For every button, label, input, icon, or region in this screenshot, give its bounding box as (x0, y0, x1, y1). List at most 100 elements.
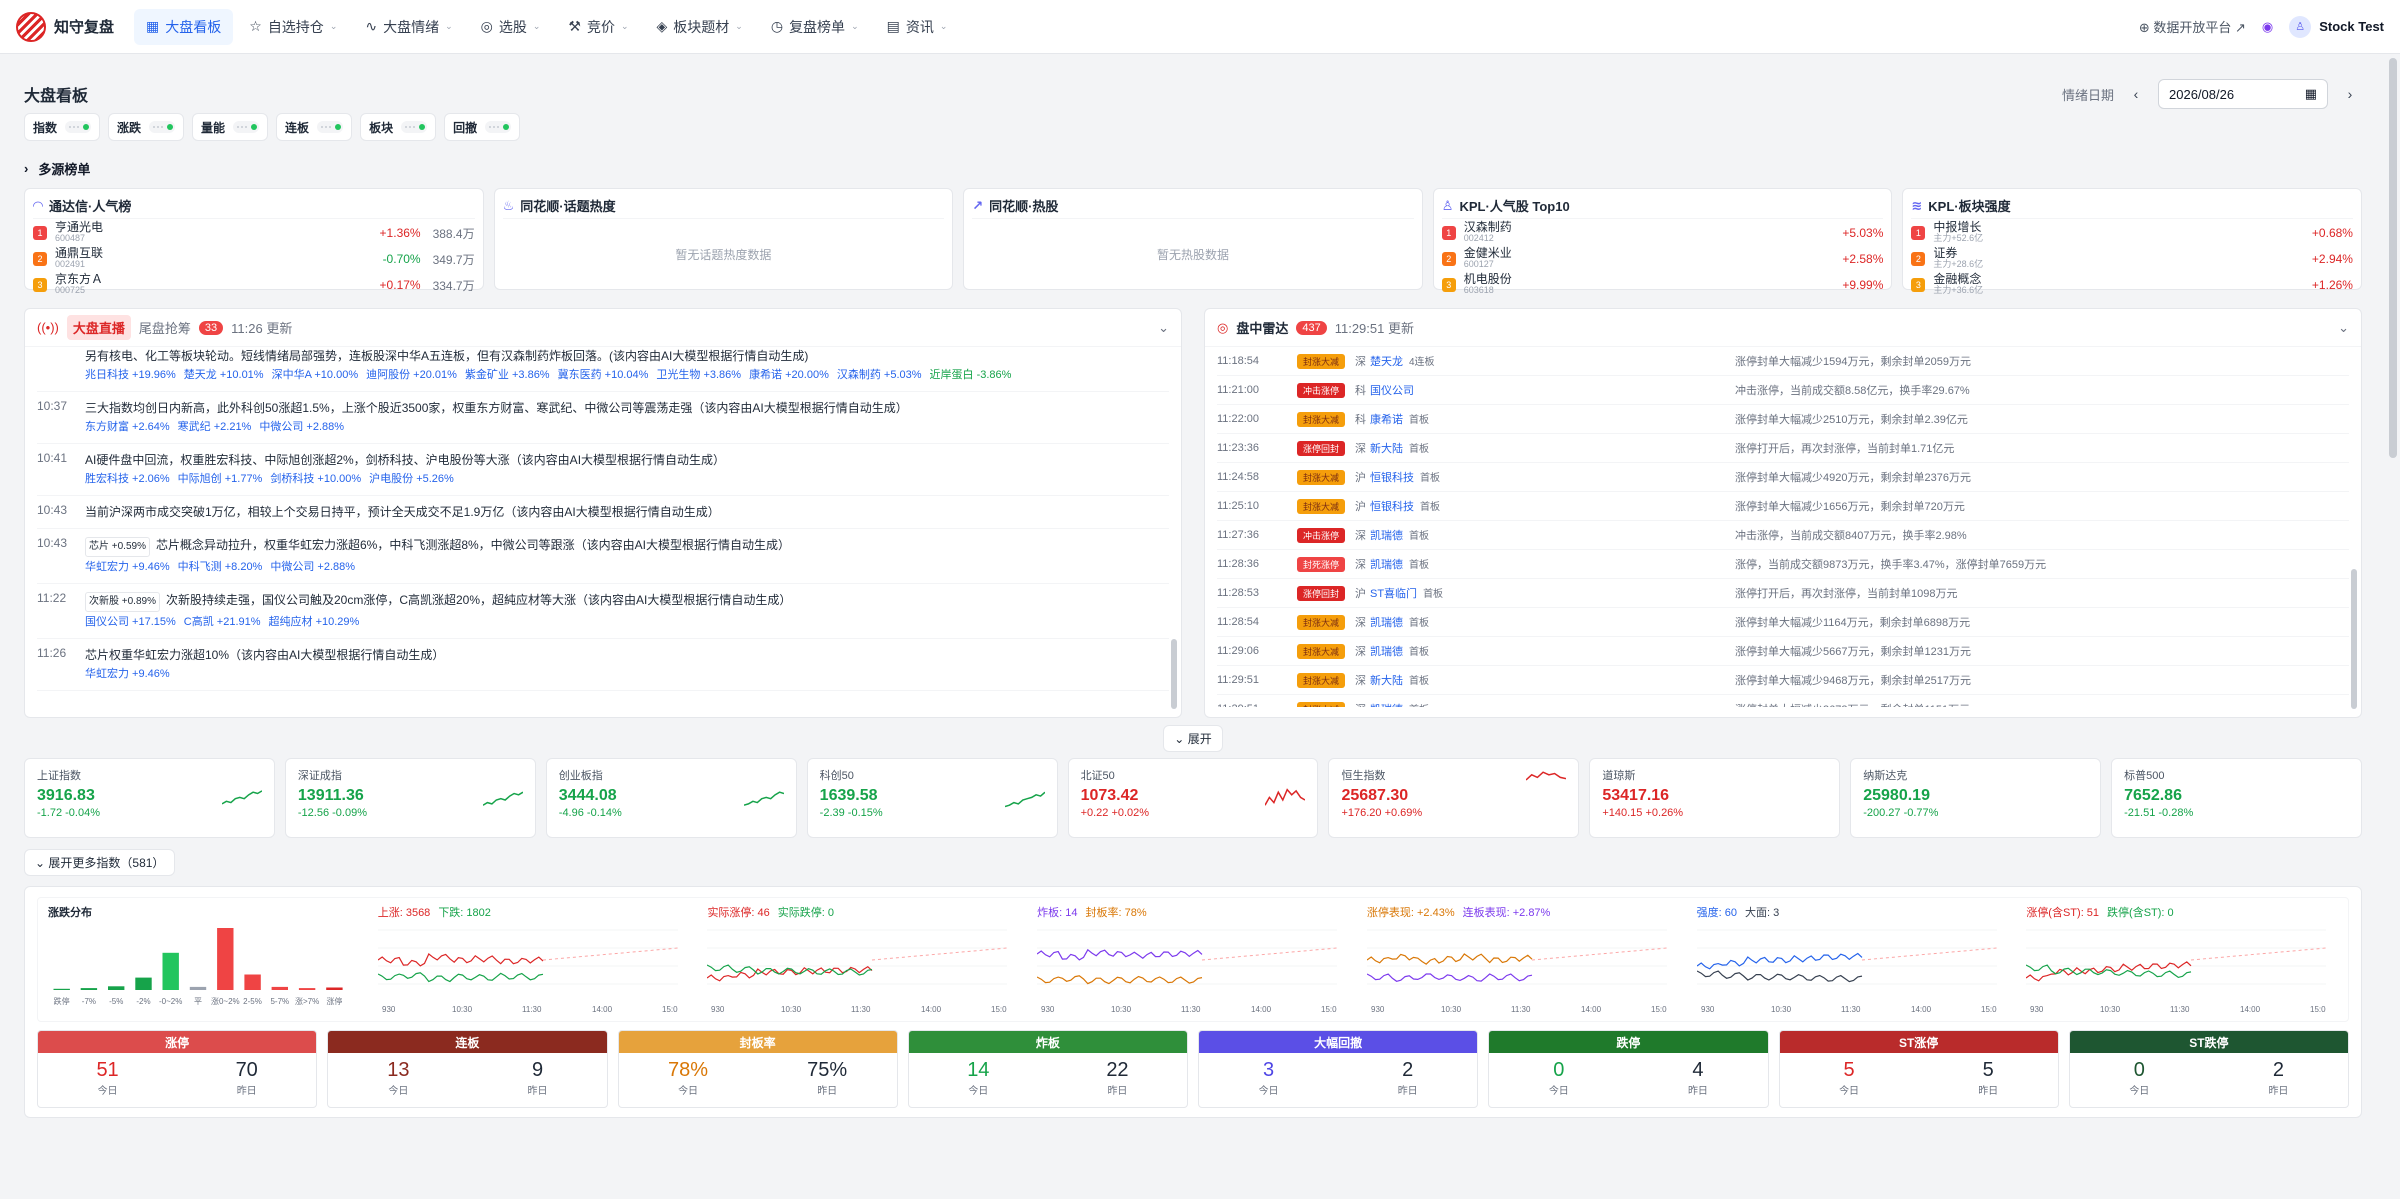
nav-item-7[interactable]: ▤ 资讯 ⌄ (875, 9, 960, 45)
stock-tag[interactable]: 沪电股份 +5.26% (369, 473, 454, 485)
stock-tag[interactable]: 中微公司 +2.88% (259, 421, 344, 433)
sector-tag[interactable]: 次新股 +0.89% (85, 592, 160, 612)
stock-link[interactable]: 凯瑞德 (1370, 704, 1403, 707)
source-item[interactable]: 3 机电股份 603618 +9.99% (1441, 273, 1883, 297)
more-indices-button[interactable]: ⌄ 展开更多指数（581） (24, 848, 176, 876)
stock-link[interactable]: 康希诺 (1370, 414, 1403, 426)
radar-row[interactable]: 11:28:54 封涨大减深凯瑞德 首板 涨停封单大幅减少1164万元，剩余封单689… (1217, 608, 2349, 637)
nav-item-4[interactable]: ⚒ 竞价 ⌄ (556, 9, 640, 45)
stock-link[interactable]: 新大陆 (1370, 675, 1403, 687)
stock-tag[interactable]: 康希诺 +20.00% (749, 369, 829, 381)
stat-card[interactable]: 炸板 14 今日 22 昨日 (907, 1030, 1188, 1108)
nav-item-6[interactable]: ◷ 复盘榜单 ⌄ (759, 9, 871, 45)
source-item[interactable]: 2 通鼎互联 002491 -0.70% 349.7万 (33, 247, 475, 271)
radar-row[interactable]: 11:29:51 封涨大减深新大陆 首板 涨停封单大幅减少9468万元，剩余封单251… (1217, 666, 2349, 695)
source-item[interactable]: 1 汉森制药 002412 +5.03% (1441, 221, 1883, 245)
index-card[interactable]: 深证成指 13911.36 -12.56 -0.09% (284, 758, 536, 838)
live-item[interactable]: 另有核电、化工等板块轮动。短线情绪局部强势，连板股深中华A五连板，但有汉森制药炸… (37, 347, 1169, 392)
nav-item-5[interactable]: ◈ 板块题材 ⌄ (645, 9, 755, 45)
stock-tag[interactable]: 楚天龙 +10.01% (184, 369, 264, 381)
index-card[interactable]: 纳斯达克 25980.19 -200.27 -0.77% (1850, 758, 2102, 838)
nav-item-3[interactable]: ◎ 选股 ⌄ (469, 9, 553, 45)
live-item[interactable]: 11:22 次新股 +0.89% 次新股持续走强，国仪公司触及20cm涨停，C高凯涨… (37, 584, 1169, 639)
nav-item-2[interactable]: ∿ 大盘情绪 ⌄ (353, 9, 464, 45)
stock-link[interactable]: 凯瑞德 (1370, 559, 1403, 571)
radar-row[interactable]: 11:27:36 冲击涨停深凯瑞德 首板 冲击涨停，当前成交额8407万元，换手率2.… (1217, 521, 2349, 550)
stock-tag[interactable]: 兆日科技 +19.96% (85, 369, 176, 381)
stock-link[interactable]: 凯瑞德 (1370, 646, 1403, 658)
stock-tag[interactable]: 东方财富 +2.64% (85, 421, 170, 433)
stat-card[interactable]: ST跌停 0 今日 2 昨日 (2068, 1030, 2349, 1108)
stock-tag[interactable]: 深中华A +10.00% (272, 369, 359, 381)
live-item[interactable]: 10:43 当前沪深两市成交突破1万亿，相较上个交易日持平，预计全天成交不足1.9… (37, 496, 1169, 529)
toggle-switch[interactable] (65, 121, 92, 133)
radar-row[interactable]: 11:28:53 涨停回封沪 ST喜临门 首板 涨停打开后，再次封涨停，当前封单1098… (1217, 579, 2349, 608)
stock-tag[interactable]: 卫光生物 +3.86% (656, 369, 741, 381)
stock-tag[interactable]: 中际旭创 +1.77% (178, 473, 263, 485)
radar-row[interactable]: 11:25:10 封涨大减沪恒银科技 首板 涨停封单大幅减少1656万元，剩余封单72… (1217, 492, 2349, 521)
stock-link[interactable]: 楚天龙 (1370, 356, 1403, 368)
stat-card[interactable]: 封板率 78% 今日 75% 昨日 (617, 1030, 898, 1108)
toggle-switch[interactable] (317, 121, 344, 133)
stock-tag[interactable]: 中科飞测 +8.20% (178, 561, 263, 573)
stock-tag[interactable]: 胜宏科技 +2.06% (85, 473, 170, 485)
source-item[interactable]: 1 亨通光电 600487 +1.36% 388.4万 (33, 221, 475, 245)
filter-toggle[interactable]: 板块 (360, 113, 437, 141)
source-item[interactable]: 3 金融概念 主力+36.6亿 +1.26% (1911, 273, 2353, 297)
stat-card[interactable]: 跌停 0 今日 4 昨日 (1488, 1030, 1769, 1108)
prev-date-button[interactable]: ‹ (2124, 82, 2148, 106)
stock-link[interactable]: 凯瑞德 (1370, 617, 1403, 629)
user-menu[interactable]: ♙ Stock Test (2289, 15, 2384, 38)
stock-link[interactable]: 新大陆 (1370, 443, 1403, 455)
stock-tag[interactable]: 剑桥科技 +10.00% (270, 473, 361, 485)
stock-link[interactable]: 恒银科技 (1370, 501, 1414, 513)
stock-tag[interactable]: 超纯应材 +10.29% (269, 616, 360, 628)
source-item[interactable]: 3 京东方Ａ 000725 +0.17% 334.7万 (33, 273, 475, 297)
app-logo[interactable]: 知守复盘 (16, 11, 114, 42)
index-card[interactable]: 创业板指 3444.08 -4.96 -0.14% (545, 758, 797, 838)
stock-link[interactable]: 恒银科技 (1370, 472, 1414, 484)
page-scrollbar-thumb[interactable] (2389, 58, 2397, 458)
radar-row[interactable]: 11:18:54 封涨大减深楚天龙 4连板 涨停封单大幅减少1594万元，剩余封单20… (1217, 347, 2349, 376)
live-scrollbar[interactable] (1171, 639, 1177, 709)
source-item[interactable]: 2 证券 主力+28.6亿 +2.94% (1911, 247, 2353, 271)
toggle-switch[interactable] (485, 121, 512, 133)
radar-scrollbar[interactable] (2351, 569, 2357, 709)
toggle-switch[interactable] (149, 121, 176, 133)
radar-row[interactable]: 11:29:51封涨大减深 凯瑞德 首板 涨停封单大幅减少3673万元，剩余封单115… (1217, 695, 2349, 707)
live-item[interactable]: 10:37 三大指数均创日内新高，此外科创50涨超1.5%，上涨个股近3500家，… (37, 392, 1169, 444)
live-item[interactable]: 10:43 芯片 +0.59% 芯片概念异动拉升，权重华虹宏力涨超6%，中科飞测涨超… (37, 529, 1169, 584)
stat-card[interactable]: 连板 13 今日 9 昨日 (327, 1030, 608, 1108)
stock-tag[interactable]: 冀东医药 +10.04% (558, 369, 649, 381)
stock-link[interactable]: ST喜临门 (1370, 588, 1417, 600)
index-card[interactable]: 恒生指数 25687.30 +176.20 +0.69% (1328, 758, 1580, 838)
data-platform-link[interactable]: ⊕ 数据开放平台 ↗ (2139, 17, 2246, 36)
index-card[interactable]: 道琼斯 53417.16 +140.15 +0.26% (1589, 758, 1841, 838)
toggle-switch[interactable] (233, 121, 260, 133)
stat-card[interactable]: 大幅回撤 3 今日 2 昨日 (1198, 1030, 1479, 1108)
live-item[interactable]: 11:26 芯片权重华虹宏力涨超10%（该内容由AI大模型根据行情自动生成） 华虹宏… (37, 639, 1169, 691)
stock-link[interactable]: 凯瑞德 (1370, 530, 1403, 542)
stock-tag[interactable]: 华虹宏力 +9.46% (85, 668, 170, 680)
radar-row[interactable]: 11:21:00 冲击涨停科国仪公司 冲击涨停，当前成交额8.58亿元，换手率29.… (1217, 376, 2349, 405)
live-item[interactable]: 10:41 AI硬件盘中回流，权重胜宏科技、中际旭创涨超2%，剑桥科技、沪电股份等… (37, 444, 1169, 496)
stock-link[interactable]: 国仪公司 (1370, 385, 1414, 397)
stat-card[interactable]: 涨停 51 今日 70 昨日 (37, 1030, 318, 1108)
expand-button[interactable]: ⌄ 展开 (1163, 724, 1223, 752)
index-card[interactable]: 科创50 1639.58 -2.39 -0.15% (806, 758, 1058, 838)
stock-tag[interactable]: 寒武纪 +2.21% (178, 421, 252, 433)
stock-tag[interactable]: 华虹宏力 +9.46% (85, 561, 170, 573)
source-item[interactable]: 2 金健米业 600127 +2.58% (1441, 247, 1883, 271)
stock-tag[interactable]: 迪阿股份 +20.01% (366, 369, 457, 381)
radar-row[interactable]: 11:23:36 涨停回封深新大陆 首板 涨停打开后，再次封涨停，当前封单1.71亿元 (1217, 434, 2349, 463)
next-date-button[interactable]: › (2338, 82, 2362, 106)
stock-tag[interactable]: 紫金矿业 +3.86% (465, 369, 550, 381)
filter-toggle[interactable]: 连板 (276, 113, 353, 141)
radar-row[interactable]: 11:24:58 封涨大减沪恒银科技 首板 涨停封单大幅减少4920万元，剩余封单23… (1217, 463, 2349, 492)
stat-card[interactable]: ST涨停 5 今日 5 昨日 (1778, 1030, 2059, 1108)
radar-row[interactable]: 11:28:36 封死涨停深凯瑞德 首板 涨停，当前成交额9873万元，换手率3.47… (1217, 550, 2349, 579)
stock-tag[interactable]: 汉森制药 +5.03% (837, 369, 922, 381)
multi-source-toggle[interactable]: › 多源榜单 (24, 148, 2362, 188)
filter-toggle[interactable]: 涨跌 (108, 113, 185, 141)
chevron-down-icon[interactable]: ⌄ (2338, 320, 2349, 336)
